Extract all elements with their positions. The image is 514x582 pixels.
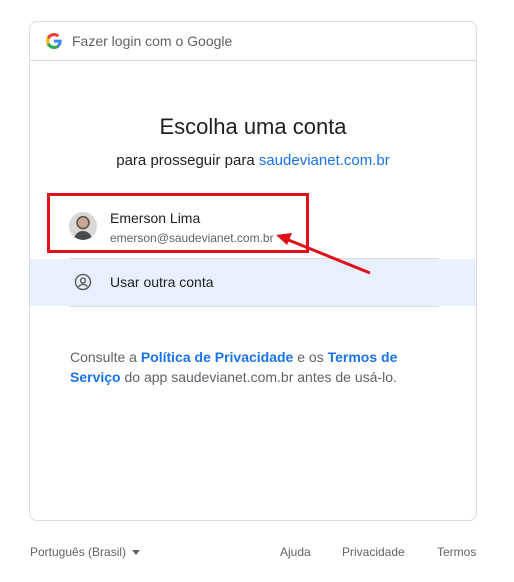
divider <box>69 306 439 307</box>
account-chooser-card: Fazer login com o Google Escolha uma con… <box>29 21 477 521</box>
account-circle-icon <box>74 273 92 291</box>
card-header: Fazer login com o Google <box>30 22 476 61</box>
page-title: Escolha uma conta <box>159 114 347 139</box>
consent-suffix: do app saudevianet.com.br antes de usá-l… <box>124 369 397 385</box>
privacy-link[interactable]: Privacidade <box>342 545 405 559</box>
consent-middle: e os <box>297 349 324 365</box>
consent-text: Consulte a Política de Privacidade e os … <box>70 347 440 387</box>
use-other-account-label: Usar outra conta <box>110 274 214 290</box>
site-link[interactable]: saudevianet.com.br <box>259 152 390 169</box>
language-selector[interactable]: Português (Brasil) <box>30 545 141 559</box>
privacy-policy-link[interactable]: Política de Privacidade <box>141 349 294 365</box>
annotation-highlight-box <box>47 193 309 253</box>
chevron-down-icon <box>132 549 141 555</box>
google-g-icon <box>46 33 62 49</box>
header-title: Fazer login com o Google <box>72 33 233 49</box>
help-link[interactable]: Ajuda <box>280 545 311 559</box>
subtitle-prefix: para prosseguir para <box>116 152 255 169</box>
use-other-account-button[interactable]: Usar outra conta <box>30 259 476 306</box>
language-label: Português (Brasil) <box>30 545 127 559</box>
consent-prefix: Consulte a <box>70 349 137 365</box>
page-subtitle: para prosseguir para saudevianet.com.br <box>30 152 476 169</box>
terms-link[interactable]: Termos <box>437 545 476 559</box>
